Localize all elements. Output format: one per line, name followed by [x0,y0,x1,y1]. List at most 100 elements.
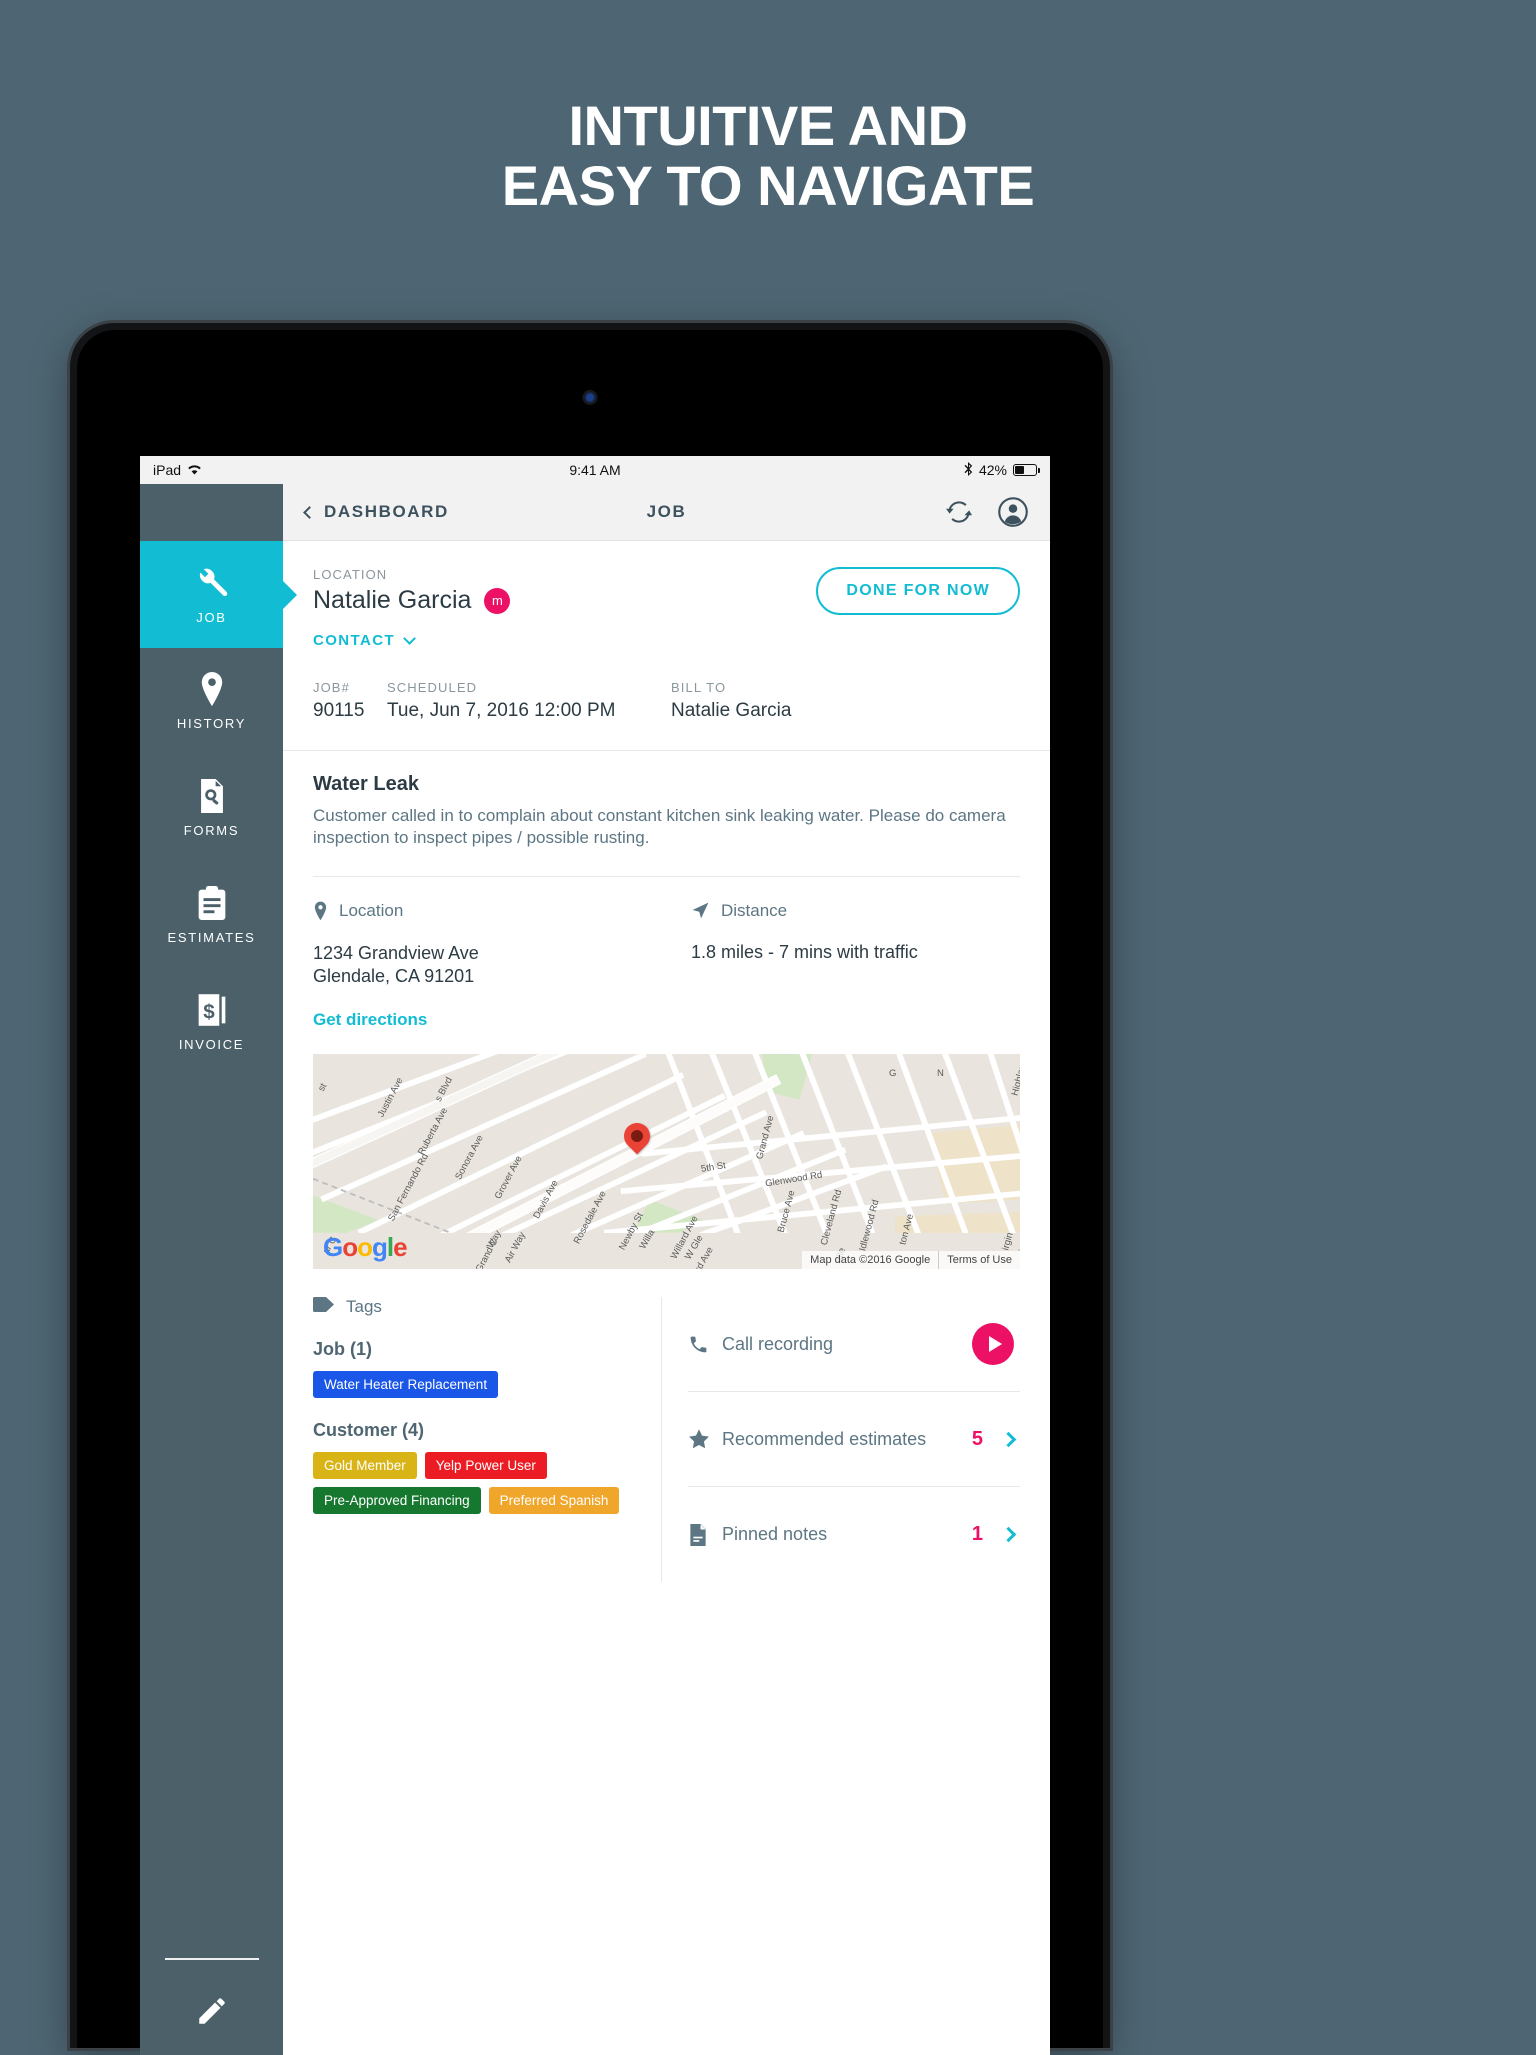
tag-chip[interactable]: Water Heater Replacement [313,1371,499,1399]
sidebar-label-job: JOB [196,610,227,625]
top-bar-actions [946,497,1028,527]
location-heading: Location [339,900,404,920]
ios-status-bar: iPad 9:41 AM 42% [140,456,1050,484]
battery-percentage: 42% [978,462,1007,478]
location-map[interactable]: Justin Ave s Blvd Ruberta Ave Sonora Ave… [313,1054,1020,1270]
tag-group-customer: Customer (4) Gold Member Yelp Power User… [313,1420,639,1515]
bill-to-field: BILL TO Natalie Garcia [671,680,791,722]
bottom-panels: Tags Job (1) Water Heater Replacement Cu… [283,1297,1050,1583]
distance-value: 1.8 miles - 7 mins with traffic [691,941,918,962]
app-container: JOB HISTORY FORMS ESTIMATES $ INVOICE DA… [140,484,1050,2055]
chevron-right-icon[interactable] [1000,1526,1017,1543]
get-directions-link[interactable]: Get directions [283,1010,1050,1030]
tablet-screen: iPad 9:41 AM 42% JOB HISTORY FORMS ESTIM… [140,456,1050,2055]
map-pin-icon [313,901,328,921]
star-icon [688,1428,722,1450]
sidebar-spacer-top [140,484,283,541]
map-data-credit: Map data ©2016 Google [810,1254,931,1267]
contact-label: CONTACT [313,632,396,649]
map-pin-icon [197,672,227,706]
distance-block: Distance 1.8 miles - 7 mins with traffic [691,901,1020,987]
street-label: G [889,1068,897,1080]
wrench-icon [194,564,230,600]
tablet-device-frame: iPad 9:41 AM 42% JOB HISTORY FORMS ESTIM… [70,323,1110,2055]
list-item-count: 1 [971,1523,983,1546]
sidebar-item-invoice[interactable]: $ INVOICE [140,969,283,1076]
job-header-row: LOCATION Natalie Garcia m CONTACT DONE F… [313,567,1020,650]
location-heading-row: Location [313,901,691,921]
play-icon [988,1336,1002,1353]
location-label: LOCATION [313,567,388,582]
list-item-call-recording[interactable]: Call recording [688,1297,1020,1393]
document-search-icon [197,779,227,813]
location-block: Location 1234 Grandview Ave Glendale, CA… [313,901,691,987]
job-header-card: LOCATION Natalie Garcia m CONTACT DONE F… [283,541,1050,750]
bill-to-label: BILL TO [671,680,727,695]
scheduled-label: SCHEDULED [387,680,478,695]
customer-name-row: Natalie Garcia m [313,586,816,615]
sidebar-label-forms: FORMS [183,823,240,838]
chevron-right-icon[interactable] [1000,1431,1017,1447]
list-item-label: Pinned notes [722,1524,828,1545]
account-icon[interactable] [998,497,1028,527]
sidebar-label-history: HISTORY [176,716,247,731]
job-number-field: JOB# 90115 [313,680,387,722]
refresh-icon[interactable] [946,499,972,525]
app-top-bar: DASHBOARD JOB [283,484,1050,541]
tag-chip[interactable]: Yelp Power User [424,1452,547,1480]
sidebar-divider [164,1958,259,1960]
address-line-2: Glendale, CA 91201 [313,965,475,986]
scheduled-field: SCHEDULED Tue, Jun 7, 2016 12:00 PM [387,680,671,722]
front-camera-icon [582,390,598,405]
street-label: irgin [1000,1231,1016,1252]
tag-chip[interactable]: Gold Member [313,1452,417,1480]
promo-line-2: EASY TO NAVIGATE [501,154,1035,218]
job-content-scroll[interactable]: Water Leak Customer called in to complai… [283,751,1050,1583]
member-badge: m [484,587,511,614]
distance-heading: Distance [721,900,788,920]
page-title: JOB [646,502,687,521]
tags-heading-row: Tags [313,1297,639,1317]
job-title: Water Leak [313,773,419,795]
contact-expander[interactable]: CONTACT [313,631,416,649]
status-clock: 9:41 AM [569,462,621,478]
tag-chip-list: Gold Member Yelp Power User Pre-Approved… [313,1452,639,1515]
svg-text:$: $ [203,1001,215,1024]
sidebar-item-estimates[interactable]: ESTIMATES [140,862,283,969]
done-for-now-button[interactable]: DONE FOR NOW [816,567,1020,615]
job-meta-row: JOB# 90115 SCHEDULED Tue, Jun 7, 2016 12… [313,680,1020,750]
sidebar-item-forms[interactable]: FORMS [140,755,283,862]
sidebar-label-estimates: ESTIMATES [167,930,256,945]
chevron-down-icon [403,631,416,645]
sidebar-item-job[interactable]: JOB [140,541,283,648]
list-item-recommended-estimates[interactable]: Recommended estimates 5 [688,1392,1020,1488]
clipboard-icon [198,886,226,920]
street-label: N [937,1068,944,1080]
map-terms-link[interactable]: Terms of Use [938,1251,1020,1270]
device-bezel: iPad 9:41 AM 42% JOB HISTORY FORMS ESTIM… [77,330,1103,2055]
list-item-label: Call recording [722,1333,834,1354]
tag-icon [313,1297,334,1317]
tag-chip-list: Water Heater Replacement [313,1371,639,1399]
tag-group-title: Job (1) [313,1339,373,1360]
navigation-arrow-icon [691,901,710,920]
tag-chip[interactable]: Pre-Approved Financing [313,1487,481,1515]
note-icon [688,1523,722,1546]
sidebar-label-invoice: INVOICE [178,1037,245,1052]
status-right: 42% [964,461,1040,479]
sidebar-item-history[interactable]: HISTORY [140,648,283,755]
quick-actions-list: Call recording Recommended estimates 5 P… [661,1297,1020,1583]
promo-line-1: INTUITIVE AND [568,94,968,157]
list-item-pinned-notes[interactable]: Pinned notes 1 [688,1487,1020,1582]
tag-chip[interactable]: Preferred Spanish [488,1487,620,1515]
compose-button[interactable] [140,1994,283,2055]
phone-icon [688,1334,722,1355]
street-label: Air Way [502,1230,529,1265]
map-attribution: Map data ©2016 Google Terms of Use [802,1251,1020,1270]
bluetooth-icon [964,461,973,479]
job-number-label: JOB# [313,680,350,695]
play-recording-button[interactable] [972,1323,1014,1366]
pencil-icon [195,1994,229,2033]
distance-heading-row: Distance [691,901,1020,921]
